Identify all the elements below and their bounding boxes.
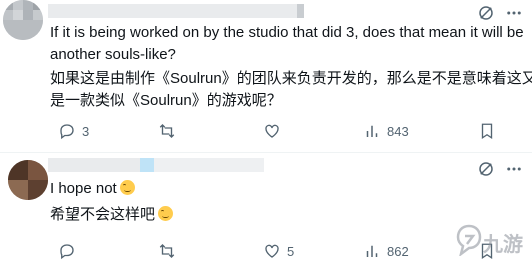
watermark-logo-icon bbox=[456, 224, 482, 256]
reply-button[interactable] bbox=[58, 242, 76, 260]
tweet-text-line: I hope not bbox=[50, 178, 135, 199]
author-name-blurred[interactable] bbox=[48, 4, 298, 18]
grok-icon[interactable] bbox=[477, 160, 495, 178]
views-count: 843 bbox=[387, 123, 409, 139]
views-button[interactable]: 843 bbox=[363, 122, 409, 140]
site-watermark: 九游 bbox=[455, 222, 532, 260]
like-icon bbox=[265, 124, 279, 138]
like-icon bbox=[265, 244, 279, 258]
reply-icon bbox=[60, 124, 74, 140]
avatar[interactable] bbox=[8, 160, 48, 200]
like-button[interactable]: 5 bbox=[263, 242, 294, 260]
tweet-actions: 5 862 bbox=[58, 242, 518, 260]
views-icon bbox=[366, 245, 378, 257]
avatar[interactable] bbox=[3, 0, 43, 40]
more-icon[interactable] bbox=[505, 160, 523, 178]
tweet-text: 希望不会这样吧 bbox=[50, 206, 156, 223]
sweat-smile-emoji-icon bbox=[158, 206, 174, 221]
verified-badge-blurred bbox=[140, 158, 154, 172]
reply-icon bbox=[60, 244, 74, 260]
author-name-blurred[interactable] bbox=[48, 158, 140, 172]
tweet-text-line: 希望不会这样吧 bbox=[50, 204, 174, 225]
bookmark-button[interactable] bbox=[478, 122, 496, 140]
tweet-text-line: another souls-like? bbox=[50, 46, 176, 63]
like-button[interactable] bbox=[263, 122, 281, 140]
retweet-icon bbox=[159, 124, 175, 138]
watermark-label: 九游 bbox=[483, 232, 523, 256]
tweet-actions: 3 843 bbox=[58, 122, 518, 142]
tweet-text: I hope not bbox=[50, 180, 117, 197]
views-icon bbox=[366, 125, 378, 137]
retweet-icon bbox=[159, 244, 175, 258]
more-icon[interactable] bbox=[505, 4, 523, 22]
reply-button[interactable]: 3 bbox=[58, 122, 89, 140]
grok-icon[interactable] bbox=[477, 4, 495, 22]
author-handle-blurred bbox=[297, 4, 304, 18]
retweet-button[interactable] bbox=[158, 122, 176, 140]
views-count: 862 bbox=[387, 243, 409, 259]
retweet-button[interactable] bbox=[158, 242, 176, 260]
tweet-text-line: 如果这是由制作《Soulrun》的团队来负责开发的，那么是不是意味着这又会 bbox=[50, 70, 532, 87]
tweet-text-line: If it is being worked on by the studio t… bbox=[50, 24, 524, 41]
bookmark-icon bbox=[481, 123, 493, 140]
views-button[interactable]: 862 bbox=[363, 242, 409, 260]
author-handle-blurred bbox=[154, 158, 264, 172]
like-count: 5 bbox=[287, 243, 295, 259]
sweat-smile-emoji-icon bbox=[119, 180, 135, 195]
reply-count: 3 bbox=[82, 123, 90, 139]
tweet-text-line: 是一款类似《Soulrun》的游戏呢？ bbox=[50, 92, 282, 109]
